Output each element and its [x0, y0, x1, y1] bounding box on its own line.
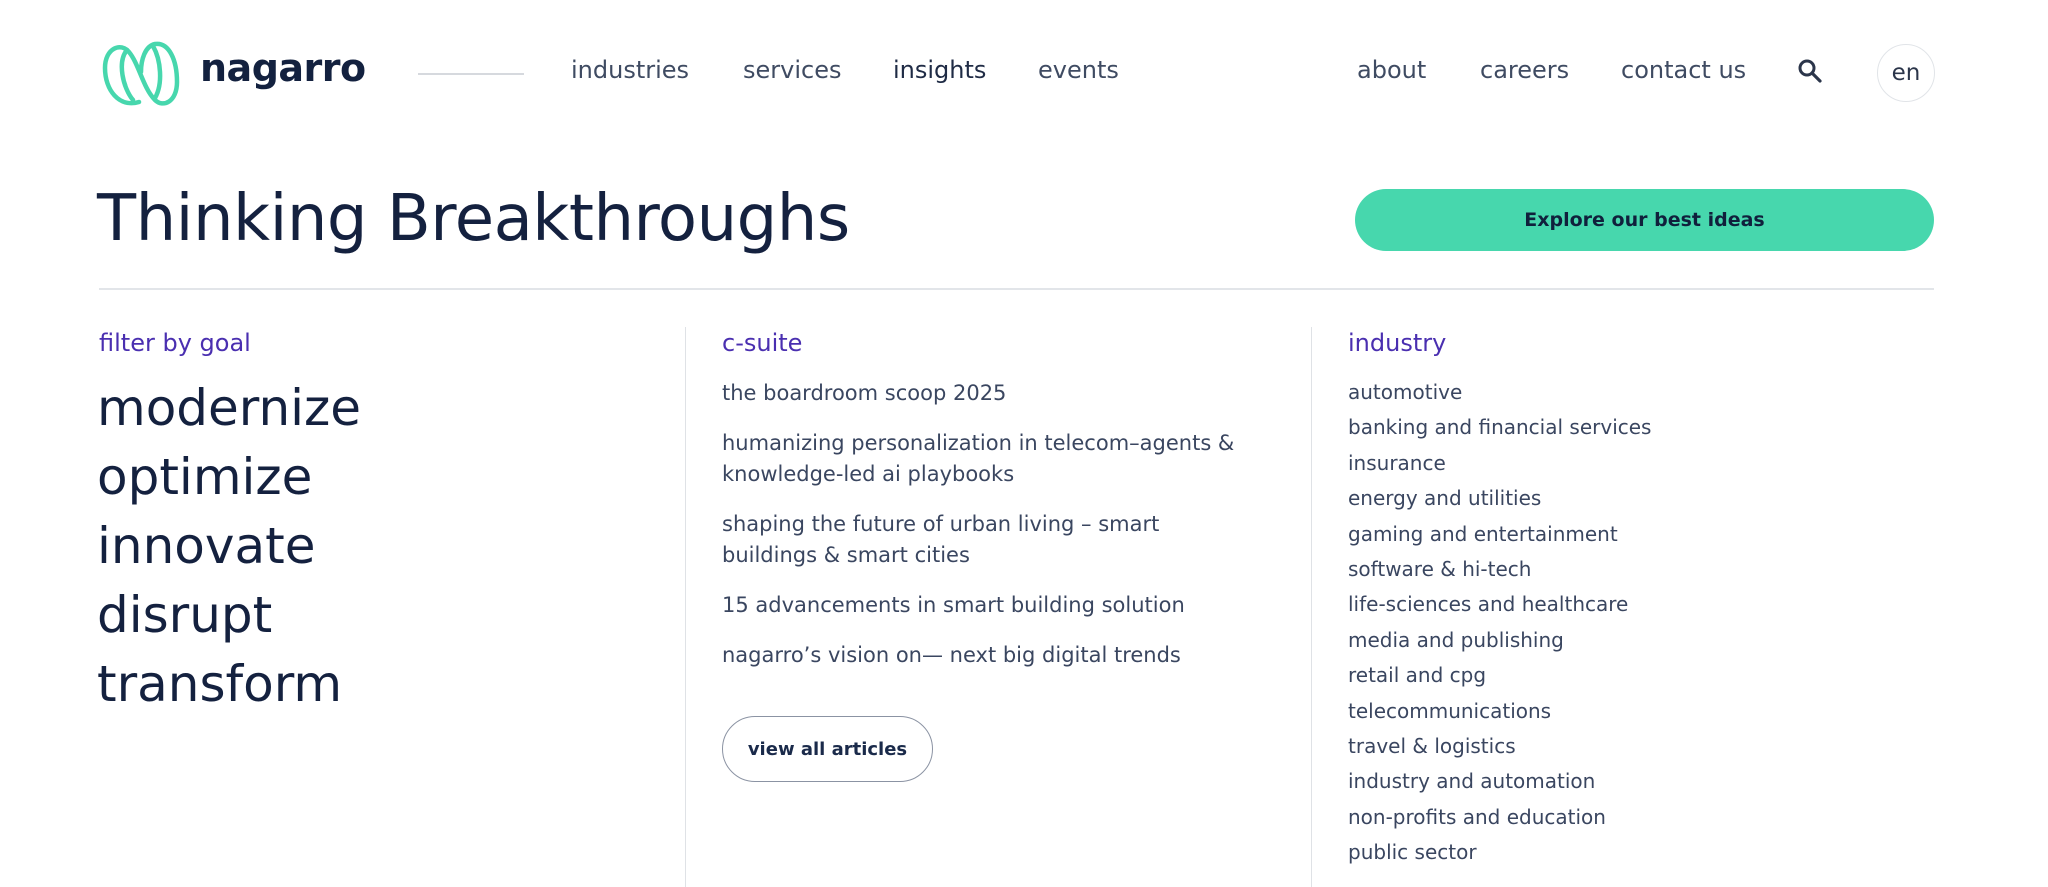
industry-link[interactable]: software & hi-tech	[1348, 552, 1651, 587]
industry-link[interactable]: gaming and entertainment	[1348, 517, 1651, 552]
article-link[interactable]: 15 advancements in smart building soluti…	[722, 590, 1242, 621]
column-divider	[685, 327, 686, 887]
industry-list: automotive banking and financial service…	[1348, 375, 1651, 871]
goal-link-disrupt[interactable]: disrupt	[97, 581, 361, 650]
article-list: the boardroom scoop 2025 humanizing pers…	[722, 378, 1242, 690]
industry-link[interactable]: media and publishing	[1348, 623, 1651, 658]
industry-link[interactable]: non-profits and education	[1348, 800, 1651, 835]
nav-contact-us[interactable]: contact us	[1621, 56, 1746, 84]
nav-about[interactable]: about	[1357, 56, 1426, 84]
article-link[interactable]: nagarro’s vision on— next big digital tr…	[722, 640, 1242, 671]
industry-link[interactable]: insurance	[1348, 446, 1651, 481]
view-all-articles-button[interactable]: view all articles	[722, 716, 933, 782]
page-title: Thinking Breakthroughs	[97, 182, 850, 256]
nav-industries[interactable]: industries	[571, 56, 689, 84]
goal-link-transform[interactable]: transform	[97, 650, 361, 719]
site-header: nagarro industries services insights eve…	[0, 0, 2048, 145]
industry-link[interactable]: telecommunications	[1348, 694, 1651, 729]
goal-link-innovate[interactable]: innovate	[97, 512, 361, 581]
industry-link[interactable]: life-sciences and healthcare	[1348, 587, 1651, 622]
nagarro-logo-icon[interactable]	[99, 38, 183, 108]
industry-link[interactable]: public sector	[1348, 835, 1651, 870]
article-link[interactable]: the boardroom scoop 2025	[722, 378, 1242, 409]
industry-link[interactable]: industry and automation	[1348, 764, 1651, 799]
goal-link-modernize[interactable]: modernize	[97, 374, 361, 443]
nav-insights[interactable]: insights	[893, 56, 986, 84]
industry-heading: industry	[1348, 329, 1447, 357]
search-icon[interactable]	[1796, 57, 1826, 87]
industry-link[interactable]: banking and financial services	[1348, 410, 1651, 445]
brand-wordmark[interactable]: nagarro	[200, 46, 366, 90]
nav-events[interactable]: events	[1038, 56, 1119, 84]
header-divider	[418, 73, 524, 75]
column-divider	[1311, 327, 1312, 887]
goals-heading: filter by goal	[99, 329, 251, 357]
article-link[interactable]: shaping the future of urban living – sma…	[722, 509, 1242, 571]
industry-link[interactable]: energy and utilities	[1348, 481, 1651, 516]
language-label: en	[1891, 60, 1921, 86]
article-link[interactable]: humanizing personalization in telecom–ag…	[722, 428, 1242, 490]
csuite-heading: c-suite	[722, 329, 803, 357]
goal-list: modernize optimize innovate disrupt tran…	[97, 374, 361, 719]
nav-services[interactable]: services	[743, 56, 841, 84]
industry-link[interactable]: travel & logistics	[1348, 729, 1651, 764]
language-selector[interactable]: en	[1877, 44, 1935, 102]
industry-link[interactable]: automotive	[1348, 375, 1651, 410]
goal-link-optimize[interactable]: optimize	[97, 443, 361, 512]
nav-careers[interactable]: careers	[1480, 56, 1569, 84]
hero-divider	[99, 288, 1934, 290]
explore-ideas-button[interactable]: Explore our best ideas	[1355, 189, 1934, 251]
industry-link[interactable]: retail and cpg	[1348, 658, 1651, 693]
